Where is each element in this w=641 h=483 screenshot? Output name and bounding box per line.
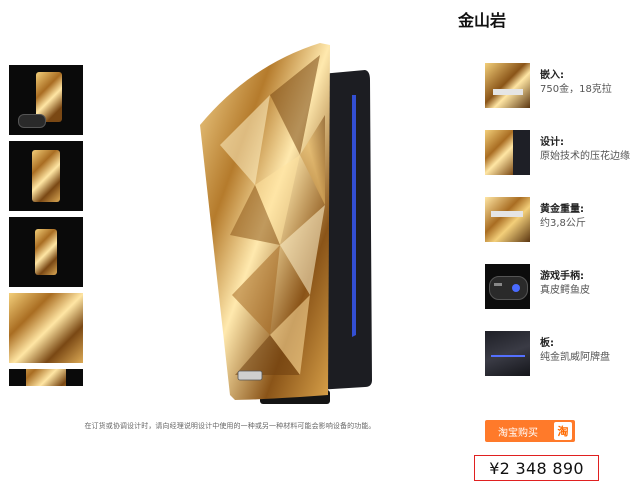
- embossed-edge-icon: [485, 130, 530, 175]
- thumb-console-with-controller[interactable]: [9, 65, 83, 135]
- gold-weight-icon: [485, 197, 530, 242]
- feature-value: 原始技术的压花边缘: [540, 151, 630, 162]
- buy-button-label: 淘宝购买: [498, 427, 538, 439]
- price: ¥2 348 890: [489, 458, 584, 478]
- feature-label: 设计:: [540, 137, 564, 148]
- gold-panel-icon: [26, 369, 66, 386]
- page-title: 金山岩: [458, 11, 507, 30]
- price-highlight: ¥2 348 890: [474, 455, 599, 481]
- taobao-icon: 淘: [554, 422, 572, 440]
- feature-label: 黄金重量:: [540, 204, 584, 215]
- feature-label: 游戏手柄:: [540, 271, 584, 282]
- thumb-partial[interactable]: [9, 369, 83, 386]
- plate-icon: [485, 331, 530, 376]
- thumb-gold-angle[interactable]: [9, 217, 83, 287]
- feature-value: 纯金凯威阿牌盘: [540, 352, 610, 363]
- feature-value: 750金，18克拉: [540, 84, 612, 95]
- gold-panel-icon: [32, 150, 60, 202]
- feature-item-gold-weight: 黄金重量: 约3,8公斤: [485, 197, 635, 242]
- thumbnail-gallery: [9, 65, 83, 386]
- feature-value: 约3,8公斤: [540, 218, 586, 229]
- taobao-buy-button[interactable]: 淘宝购买 淘: [485, 420, 575, 442]
- thumb-gold-closeup[interactable]: [9, 293, 83, 363]
- feature-item-design: 设计: 原始技术的压花边缘: [485, 130, 635, 175]
- product-hero-image: [160, 35, 400, 413]
- feature-item-plate: 板: 纯金凯威阿牌盘: [485, 331, 635, 376]
- gamepad-icon: [485, 264, 530, 309]
- console-icon: [16, 70, 76, 130]
- thumb-gold-front[interactable]: [9, 141, 83, 211]
- feature-item-gamepad: 游戏手柄: 真皮鳄鱼皮: [485, 264, 635, 309]
- gold-panel-icon: [35, 229, 57, 275]
- gold-texture-icon: [9, 293, 83, 363]
- gold-inlay-icon: [485, 63, 530, 108]
- feature-label: 板:: [540, 338, 554, 349]
- feature-list: 嵌入: 750金，18克拉 设计: 原始技术的压花边缘 黄金重量: 约3,8公斤: [485, 63, 635, 398]
- feature-item-inlay: 嵌入: 750金，18克拉: [485, 63, 635, 108]
- feature-label: 嵌入:: [540, 70, 564, 81]
- material-notice: 在订货或协调设计时，请向经理说明设计中使用的一种或另一种材料可能会影响设备的功能…: [84, 422, 376, 430]
- feature-value: 真皮鳄鱼皮: [540, 285, 590, 296]
